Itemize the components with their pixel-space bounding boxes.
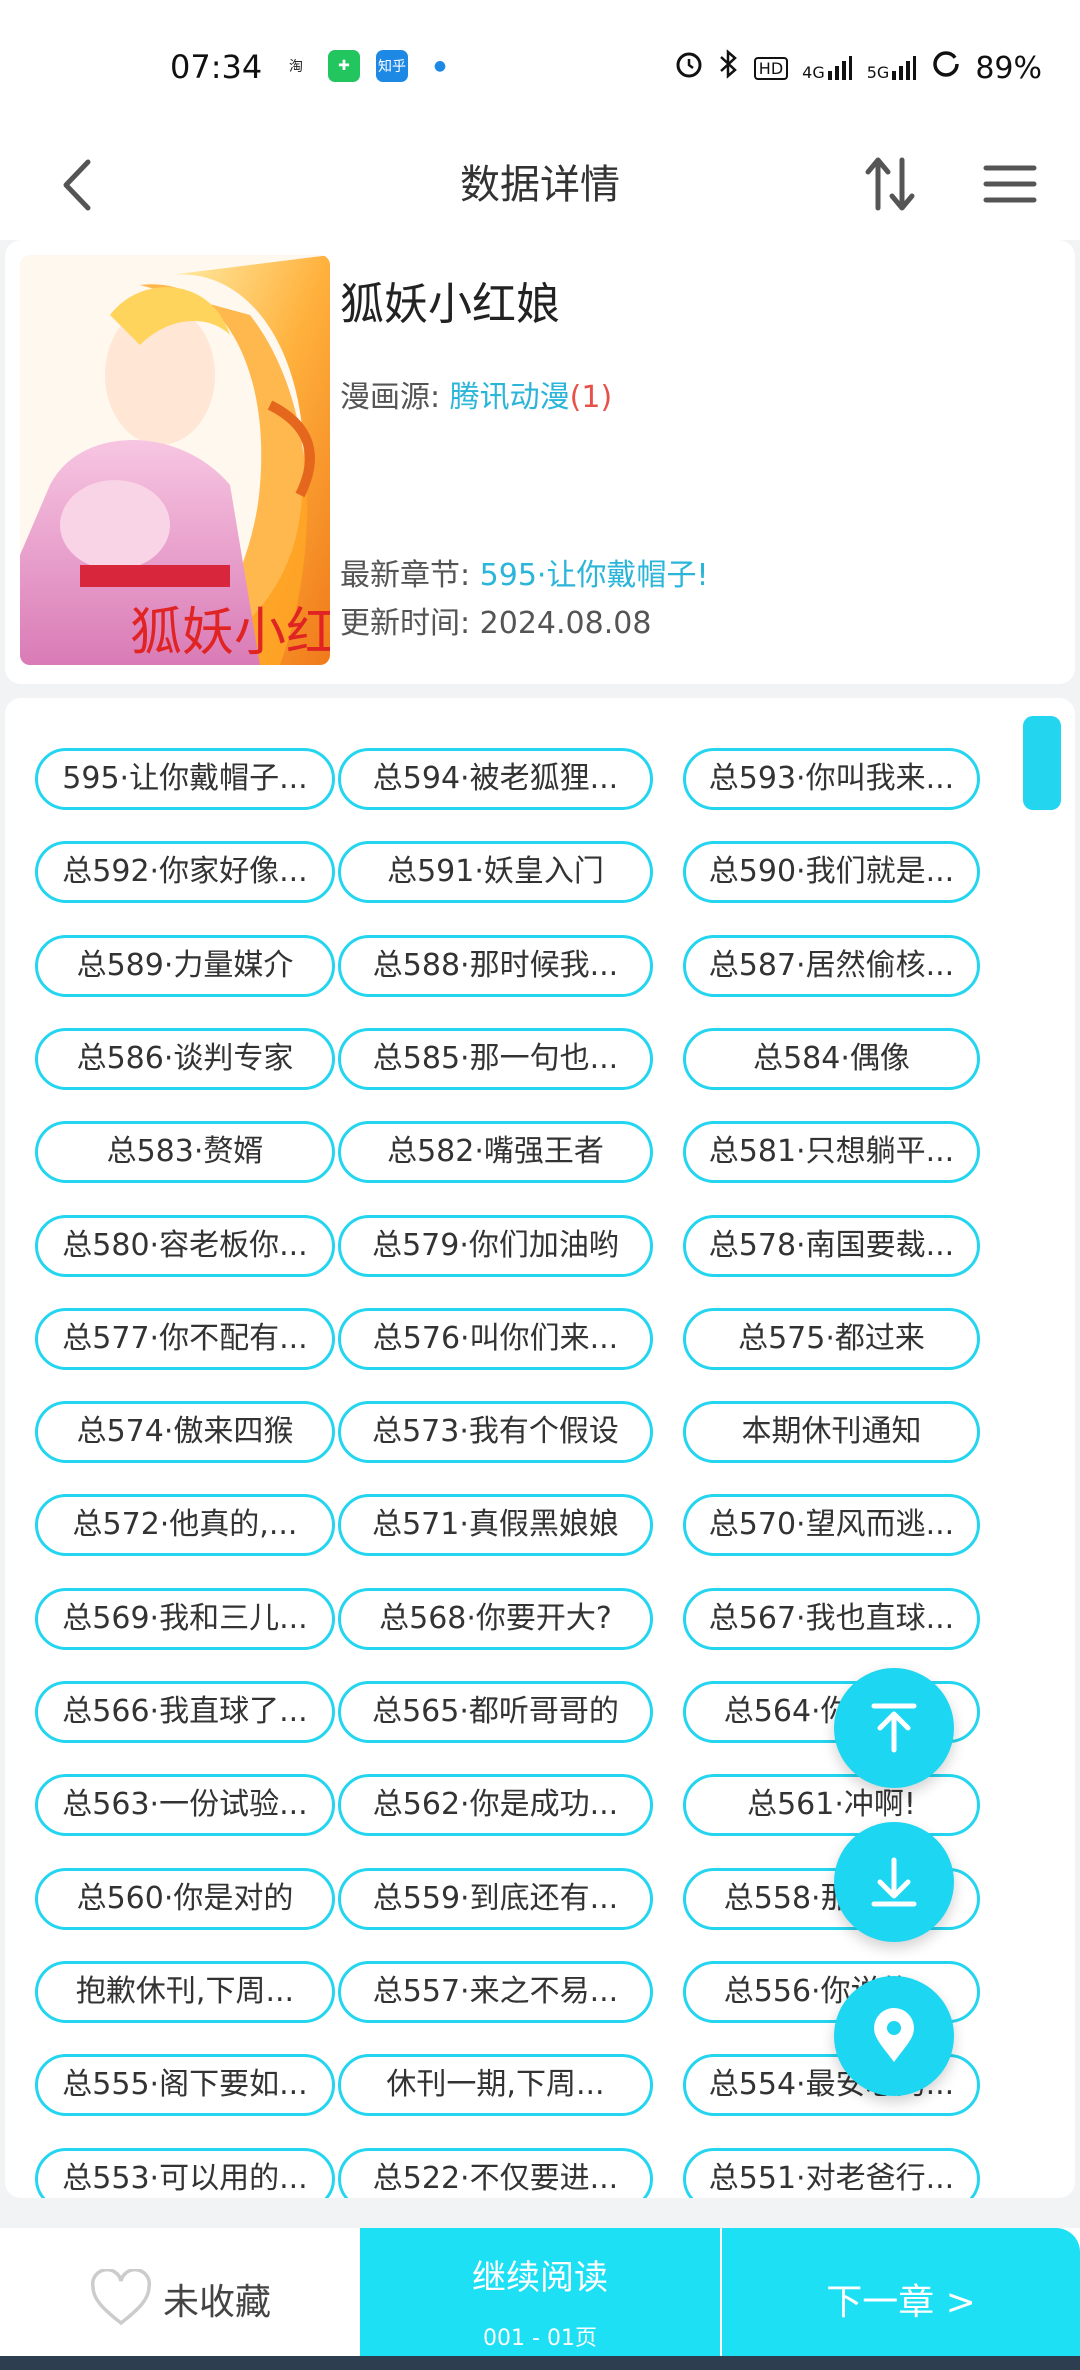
reading-progress: 001 - 01页 [483, 2326, 597, 2351]
chapter-chip[interactable]: 总581·只想躺平... [683, 1121, 980, 1184]
chapter-chip[interactable]: 总551·对老爸行... [683, 2147, 980, 2198]
chapter-chip[interactable]: 总559·到底还有... [338, 1867, 653, 1930]
message-app-icon: ● [424, 50, 456, 82]
bluetooth-icon [718, 48, 740, 88]
chapter-chip[interactable]: 总584·偶像 [683, 1027, 980, 1090]
menu-button[interactable] [980, 154, 1040, 214]
chapter-chip[interactable]: 抱歉休刊,下周... [35, 1960, 335, 2023]
chapter-chip[interactable]: 总587·居然偷核... [683, 934, 980, 997]
chapter-chip[interactable]: 休刊一期,下周... [338, 2054, 653, 2117]
source-count: (1) [569, 380, 613, 415]
scroll-to-bottom-icon [871, 1857, 917, 1907]
sort-order-button[interactable] [862, 148, 918, 220]
chapter-chip[interactable]: 总570·望风而逃... [683, 1494, 980, 1557]
chapter-chip[interactable]: 总575·都过来 [683, 1307, 980, 1370]
chapter-chip[interactable]: 本期休刊通知 [683, 1401, 980, 1464]
chapter-chip[interactable]: 总522·不仅要进... [338, 2147, 653, 2198]
page-title: 数据详情 [460, 162, 620, 208]
chapter-chip[interactable]: 总557·来之不易... [338, 1960, 653, 2023]
chapter-chip[interactable]: 总569·我和三儿... [35, 1587, 335, 1650]
chapter-chip[interactable]: 总553·可以用的... [35, 2147, 335, 2198]
source-label: 漫画源: [340, 380, 441, 415]
chapter-chip[interactable]: 总572·他真的,... [35, 1494, 335, 1557]
chapter-chip[interactable]: 总579·你们加油哟 [338, 1214, 653, 1277]
chapter-chip[interactable]: 总590·我们就是... [683, 841, 980, 904]
chapter-chip[interactable]: 总566·我直球了... [35, 1681, 335, 1743]
chapter-chip[interactable]: 总567·我也直球... [683, 1587, 980, 1650]
chapter-chip[interactable]: 总583·赘婿 [35, 1121, 335, 1184]
bottom-action-bar: 未收藏 继续阅读 001 - 01页 下一章 > [0, 2228, 1080, 2370]
chapter-chip[interactable]: 总588·那时候我... [338, 934, 653, 997]
system-nav-strip [0, 2356, 1080, 2370]
app-header: 数据详情 [0, 130, 1080, 240]
hd-icon: HD [753, 56, 789, 80]
chapter-chip[interactable]: 总593·你叫我来... [683, 748, 980, 810]
continue-reading-button[interactable]: 继续阅读 001 - 01页 [360, 2228, 720, 2370]
manga-info-card: 狐妖小红娘 狐妖小红娘 漫画源: 腾讯动漫(1) 最新章节: 595·让你戴帽子… [5, 240, 1075, 684]
taobao-icon: 淘 [280, 50, 312, 82]
continue-reading-label: 继续阅读 [472, 2258, 608, 2298]
chapter-chip[interactable]: 总571·真假黑娘娘 [338, 1494, 653, 1557]
chapter-chip[interactable]: 总582·嘴强王者 [338, 1121, 653, 1184]
chapter-chip[interactable]: 总585·那一句也... [338, 1027, 653, 1090]
update-time-label: 更新时间: [340, 606, 471, 641]
clock: 07:34 [170, 48, 263, 86]
next-chapter-label: 下一章 > [826, 2282, 976, 2323]
chapter-chip[interactable]: 总589·力量媒介 [35, 934, 335, 997]
heart-outline-icon [90, 2269, 152, 2326]
chapter-chip[interactable]: 总576·叫你们来... [338, 1307, 653, 1370]
source-row: 漫画源: 腾讯动漫(1) [340, 372, 612, 416]
chapter-chip[interactable]: 总573·我有个假设 [338, 1401, 653, 1464]
chapter-chip[interactable]: 总555·阁下要如... [35, 2054, 335, 2117]
cover-title-art: 狐妖小红娘 [130, 603, 330, 663]
signal-4g-icon: 4G [802, 55, 853, 81]
battery-percent: 89% [975, 50, 1042, 86]
update-time-value: 2024.08.08 [479, 606, 652, 641]
sort-arrows-icon [865, 157, 915, 211]
latest-chapter-row: 最新章节: 595·让你戴帽子! [340, 550, 708, 594]
status-icons: HD 4G 5G 89% [674, 48, 1042, 88]
chapter-chip[interactable]: 总568·你要开大? [338, 1587, 653, 1650]
status-bar: 07:34 淘 ✚ 知乎 ● HD 4G 5G 89% [0, 0, 1080, 130]
signal-5g-icon: 5G [867, 55, 918, 81]
chapter-chip[interactable]: 总592·你家好像... [35, 841, 335, 904]
chapter-chip[interactable]: 总561·冲啊! [683, 1774, 980, 1837]
manga-title: 狐妖小红娘 [340, 279, 560, 330]
shield-app-icon: ✚ [328, 50, 360, 82]
chapter-list-panel: 595·让你戴帽子... 总594·被老狐狸... 总593·你叫我来... 总592… [5, 698, 1075, 2198]
favorite-button[interactable]: 未收藏 [0, 2228, 360, 2370]
scroll-to-top-icon [871, 1703, 917, 1753]
favorite-label: 未收藏 [162, 2282, 271, 2323]
location-pin-icon [874, 2008, 914, 2062]
network-5g-label: 5G [866, 63, 890, 82]
chapter-chip[interactable]: 总594·被老狐狸... [338, 748, 653, 810]
chapter-scrollbar-thumb[interactable] [1023, 716, 1061, 810]
chapter-chip[interactable]: 总578·南国要裁... [683, 1214, 980, 1277]
chapter-chip[interactable]: 总591·妖皇入门 [338, 841, 653, 904]
chapter-chip[interactable]: 总565·都听哥哥的 [338, 1681, 653, 1743]
alarm-icon [674, 49, 704, 87]
next-chapter-button[interactable]: 下一章 > [722, 2228, 1080, 2370]
hamburger-menu-icon [983, 165, 1037, 203]
chapter-chip[interactable]: 总586·谈判专家 [35, 1027, 335, 1090]
notification-app-icons: 淘 ✚ 知乎 ● [280, 50, 456, 82]
chapter-chip[interactable]: 总563·一份试验... [35, 1774, 335, 1837]
network-4g-label: 4G [802, 63, 825, 82]
chapter-chip[interactable]: 总560·你是对的 [35, 1867, 335, 1930]
zhihu-icon: 知乎 [376, 50, 408, 82]
manga-cover-image[interactable]: 狐妖小红娘 [20, 255, 330, 665]
locate-current-chapter-button[interactable] [834, 1976, 954, 2096]
chapter-chip[interactable]: 595·让你戴帽子... [35, 748, 335, 810]
latest-chapter-label: 最新章节: [340, 558, 471, 593]
chapter-chip[interactable]: 总574·傲来四猴 [35, 1401, 335, 1464]
scroll-to-top-button[interactable] [834, 1668, 954, 1788]
scroll-to-bottom-button[interactable] [834, 1822, 954, 1942]
chapter-chip[interactable]: 总580·容老板你... [35, 1214, 335, 1277]
chapter-chip[interactable]: 总577·你不配有... [35, 1307, 335, 1370]
chapter-chip[interactable]: 总562·你是成功... [338, 1774, 653, 1837]
battery-icon [931, 49, 961, 87]
update-time-row: 更新时间: 2024.08.08 [340, 598, 651, 642]
latest-chapter-link[interactable]: 595·让你戴帽子! [480, 558, 709, 593]
source-link[interactable]: 腾讯动漫 [450, 380, 570, 415]
